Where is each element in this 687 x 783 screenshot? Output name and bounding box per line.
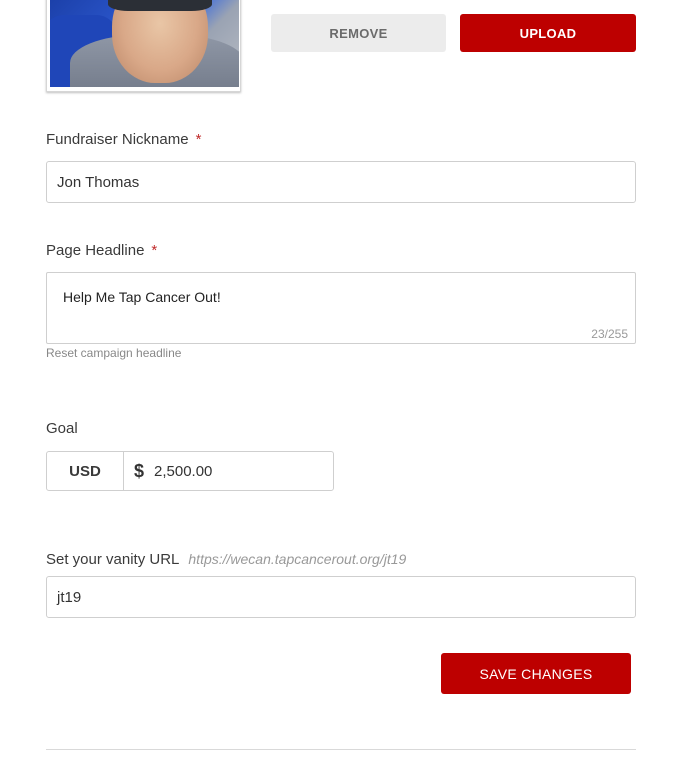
nickname-label-text: Fundraiser Nickname <box>46 131 189 148</box>
headline-textarea-value: Help Me Tap Cancer Out! <box>63 289 221 305</box>
divider <box>46 749 636 750</box>
reset-headline-link[interactable]: Reset campaign headline <box>46 346 181 360</box>
nickname-label: Fundraiser Nickname * <box>46 131 201 148</box>
nickname-input-value: Jon Thomas <box>57 173 140 191</box>
headline-label: Page Headline * <box>46 242 157 259</box>
goal-amount-value: 2,500.00 <box>154 462 213 480</box>
vanity-url-label-text: Set your vanity URL <box>46 551 180 568</box>
profile-photo-frame <box>46 0 241 92</box>
required-marker: * <box>151 242 158 259</box>
goal-input-group: USD $ 2,500.00 <box>46 451 334 491</box>
required-marker: * <box>195 131 202 148</box>
nickname-input[interactable]: Jon Thomas <box>46 161 636 203</box>
profile-photo <box>50 0 239 87</box>
vanity-url-hint: https://wecan.tapcancerout.org/jt19 <box>188 551 407 567</box>
headline-char-counter: 23/255 <box>591 327 628 341</box>
headline-textarea[interactable]: Help Me Tap Cancer Out! 23/255 <box>46 272 636 344</box>
save-changes-button[interactable]: SAVE CHANGES <box>441 653 631 694</box>
goal-amount-input[interactable]: $ 2,500.00 <box>124 452 333 490</box>
upload-photo-button[interactable]: UPLOAD <box>460 14 636 52</box>
vanity-url-label: Set your vanity URL https://wecan.tapcanc… <box>46 551 406 568</box>
dollar-sign-icon: $ <box>134 460 145 481</box>
vanity-url-input-value: jt19 <box>57 588 82 606</box>
vanity-url-input[interactable]: jt19 <box>46 576 636 618</box>
remove-photo-button[interactable]: REMOVE <box>271 14 446 52</box>
goal-label: Goal <box>46 420 78 437</box>
currency-selector[interactable]: USD <box>47 452 124 490</box>
headline-label-text: Page Headline <box>46 242 145 259</box>
